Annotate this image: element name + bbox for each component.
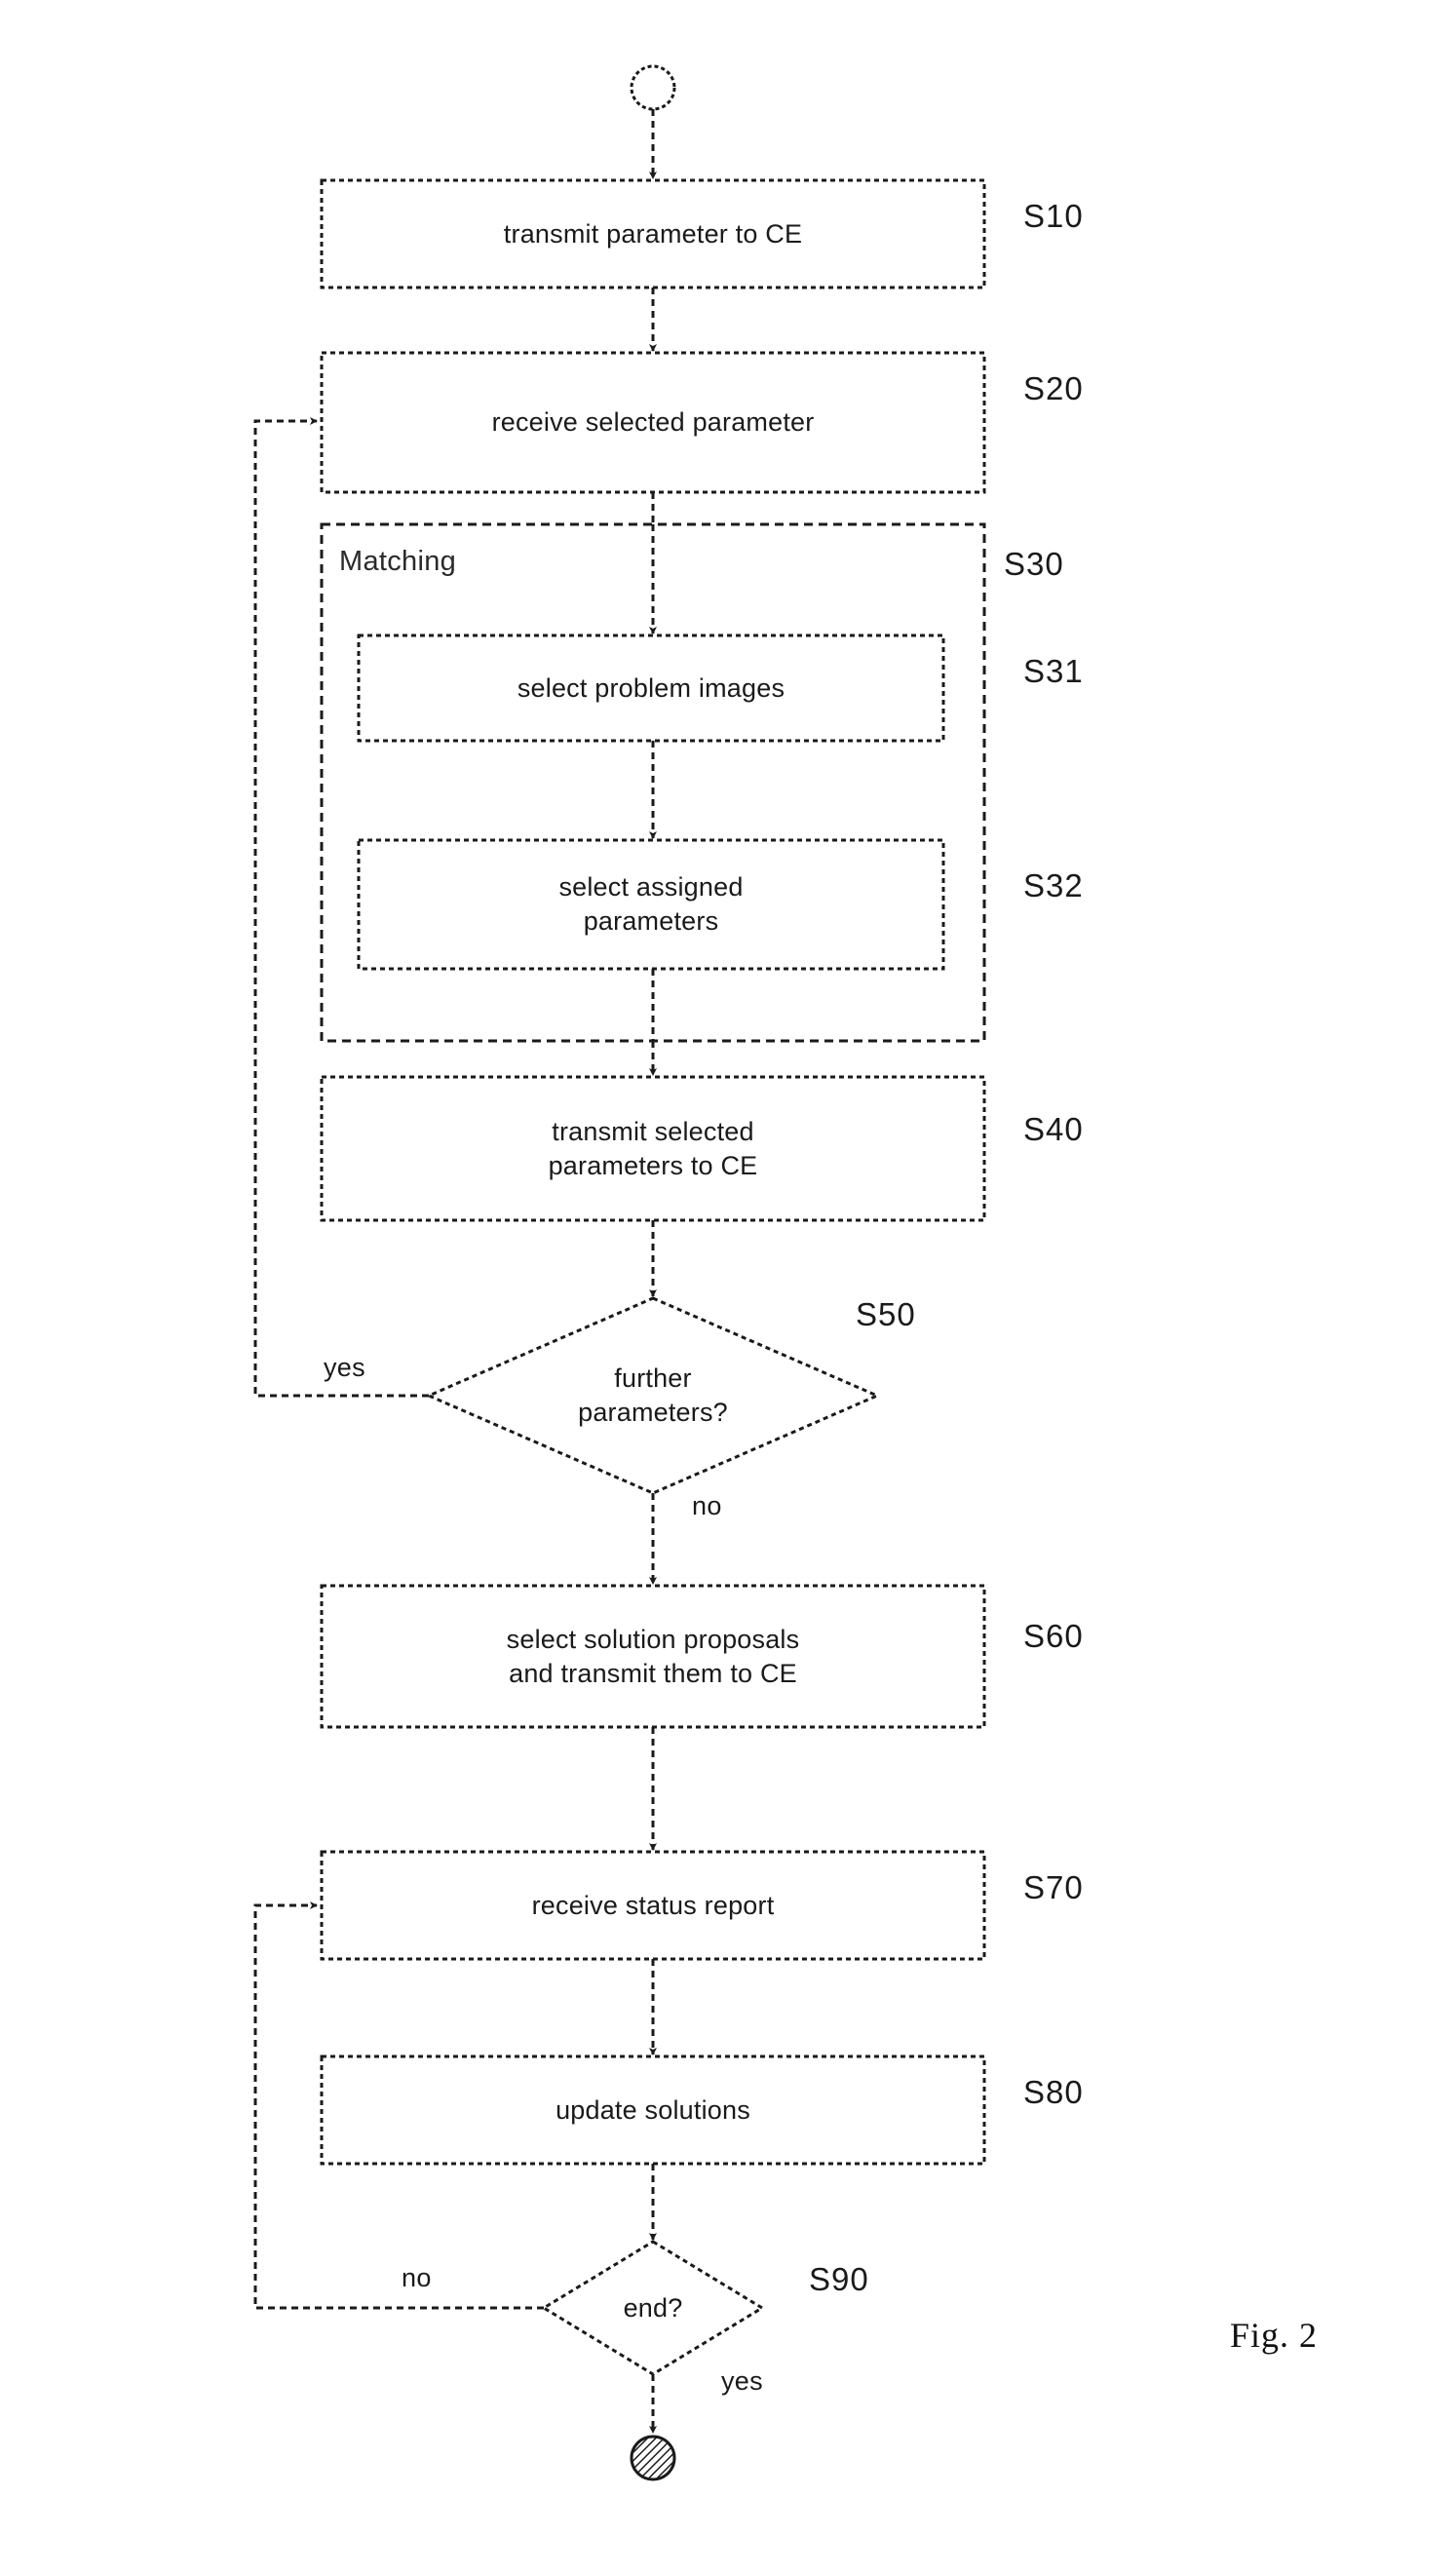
node-s32[interactable] bbox=[359, 840, 943, 969]
node-s50[interactable] bbox=[429, 1298, 877, 1493]
node-s31[interactable] bbox=[359, 635, 943, 741]
node-s40[interactable] bbox=[322, 1077, 984, 1220]
edge-label-s50-no: no bbox=[692, 1491, 722, 1520]
step-tag-s60: S60 bbox=[1023, 1618, 1084, 1654]
step-tag-s10: S10 bbox=[1023, 198, 1084, 234]
node-s90[interactable] bbox=[544, 2242, 762, 2374]
step-tag-s30: S30 bbox=[1004, 546, 1064, 582]
node-s70[interactable] bbox=[322, 1852, 984, 1959]
group-title-matching: Matching bbox=[339, 546, 457, 577]
step-tag-s80: S80 bbox=[1023, 2074, 1084, 2110]
step-tag-s31: S31 bbox=[1023, 653, 1084, 689]
step-tag-s20: S20 bbox=[1023, 370, 1084, 406]
step-tag-s32: S32 bbox=[1023, 867, 1084, 903]
edge-label-s50-yes: yes bbox=[324, 1353, 365, 1382]
edge-label-s90-no: no bbox=[402, 2263, 432, 2292]
step-tag-s90: S90 bbox=[809, 2261, 869, 2297]
node-s80[interactable] bbox=[322, 2056, 984, 2164]
start-node bbox=[630, 64, 676, 111]
step-tag-s40: S40 bbox=[1023, 1111, 1084, 1147]
step-tag-s70: S70 bbox=[1023, 1869, 1084, 1905]
node-s60[interactable] bbox=[322, 1586, 984, 1727]
node-s20[interactable] bbox=[322, 353, 984, 492]
patent-figure-page: transmit parameter to CE S10 receive sel… bbox=[0, 0, 1456, 2573]
end-node bbox=[630, 2435, 676, 2481]
figure-caption: Fig. 2 bbox=[1230, 2316, 1319, 2355]
node-s10[interactable] bbox=[322, 180, 984, 288]
